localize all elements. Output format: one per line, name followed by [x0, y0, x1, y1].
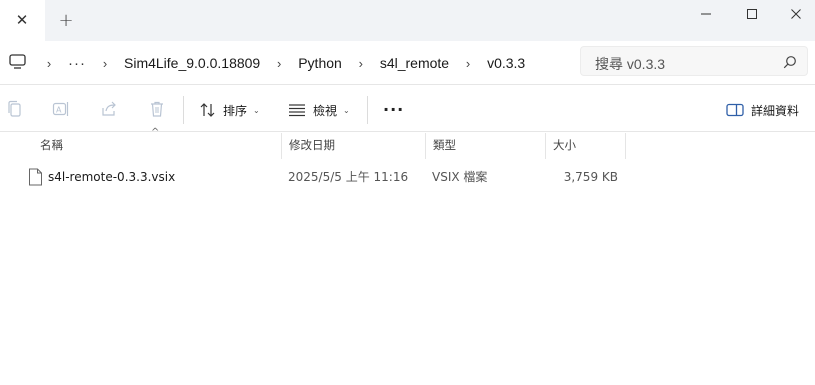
search-icon	[783, 56, 796, 69]
column-headers: ^ 名稱 修改日期 類型 大小	[0, 127, 815, 159]
computer-icon[interactable]	[9, 53, 26, 70]
view-label: 檢視	[313, 103, 338, 118]
file-modified: 2025/5/5 上午 11:16	[288, 170, 409, 184]
tab-strip: ✕ +	[0, 0, 815, 41]
close-window-button[interactable]	[773, 0, 815, 28]
chevron-down-icon: ⌄	[253, 105, 260, 115]
view-button[interactable]: 檢視 ⌄	[288, 96, 350, 124]
details-label: 詳細資料	[751, 103, 800, 118]
chevron-right-icon[interactable]: ›	[455, 56, 481, 71]
breadcrumb-item-version[interactable]: v0.3.3	[481, 55, 531, 71]
sort-icon	[200, 103, 215, 117]
view-list-icon	[289, 104, 305, 117]
close-icon	[791, 9, 801, 19]
svg-text:A: A	[56, 106, 62, 115]
maximize-button[interactable]	[729, 0, 775, 28]
toolbar-divider	[367, 96, 368, 124]
file-type: VSIX 檔案	[432, 170, 488, 184]
column-header-type[interactable]: 類型	[425, 133, 544, 159]
file-size: 3,759 KB	[563, 170, 618, 184]
column-divider[interactable]	[625, 133, 626, 159]
search-input[interactable]: 搜尋 v0.3.3	[595, 54, 665, 74]
column-header-modified[interactable]: 修改日期	[281, 133, 424, 159]
chevron-right-icon[interactable]: ›	[92, 56, 118, 71]
breadcrumb-item-python[interactable]: Python	[292, 55, 348, 71]
rename-icon[interactable]: A	[52, 100, 70, 118]
sort-button[interactable]: 排序 ⌄	[199, 96, 260, 124]
breadcrumb-overflow-button[interactable]: ···	[62, 55, 92, 72]
chevron-right-icon[interactable]: ›	[266, 56, 292, 71]
share-icon[interactable]	[100, 100, 118, 118]
new-tab-button[interactable]: +	[55, 10, 77, 32]
search-box[interactable]: 搜尋 v0.3.3	[580, 46, 808, 76]
toolbar-divider	[183, 96, 184, 124]
column-header-name[interactable]: 名稱	[32, 133, 280, 159]
details-pane-icon	[726, 103, 744, 117]
command-bar: A 排序 ⌄ 檢視 ⌄ ··· 詳細資料	[0, 86, 815, 132]
minimize-icon	[701, 13, 711, 15]
more-options-button[interactable]: ···	[383, 100, 404, 119]
details-pane-button[interactable]: 詳細資料	[726, 96, 799, 124]
chevron-right-icon[interactable]: ›	[348, 56, 374, 71]
address-bar-row: › ··· › Sim4Life_9.0.0.18809 › Python › …	[0, 41, 815, 85]
close-tab-button[interactable]: ✕	[12, 10, 32, 30]
file-icon	[29, 168, 42, 186]
maximize-icon	[747, 9, 757, 19]
delete-icon[interactable]	[148, 100, 166, 118]
active-tab[interactable]: ✕	[0, 0, 45, 41]
minimize-button[interactable]	[683, 0, 729, 28]
copy-icon[interactable]	[6, 100, 24, 118]
table-row[interactable]: s4l-remote-0.3.3.vsix 2025/5/5 上午 11:16 …	[20, 165, 625, 189]
chevron-down-icon: ⌄	[343, 105, 350, 115]
breadcrumb: › ··· › Sim4Life_9.0.0.18809 › Python › …	[36, 41, 531, 85]
chevron-right-icon[interactable]: ›	[36, 56, 62, 71]
column-header-size[interactable]: 大小	[545, 133, 625, 159]
breadcrumb-item-s4l-remote[interactable]: s4l_remote	[374, 55, 455, 71]
breadcrumb-item-sim4life[interactable]: Sim4Life_9.0.0.18809	[118, 55, 266, 71]
sort-label: 排序	[223, 103, 248, 118]
file-name[interactable]: s4l-remote-0.3.3.vsix	[48, 165, 175, 189]
